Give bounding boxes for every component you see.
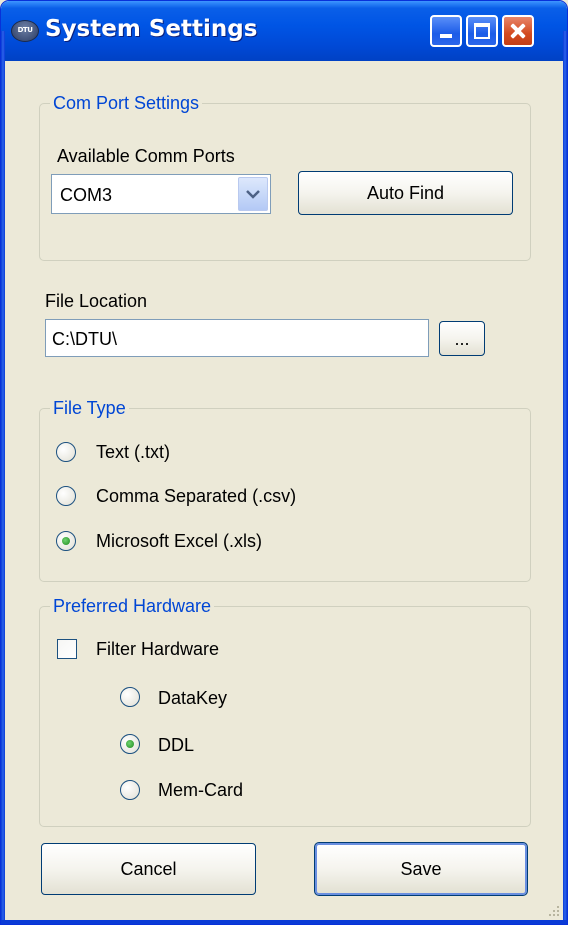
- available-ports-label: Available Comm Ports: [57, 146, 235, 166]
- com-port-value: COM3: [60, 185, 113, 205]
- title-bar[interactable]: DTU System Settings: [1, 1, 567, 61]
- radio-csv[interactable]: [56, 486, 76, 506]
- auto-find-label: Auto Find: [366, 183, 445, 203]
- save-label: Save: [400, 859, 442, 879]
- com-port-select[interactable]: COM3: [51, 174, 271, 214]
- preferred-hardware-legend: Preferred Hardware: [50, 595, 215, 617]
- auto-find-button[interactable]: Auto Find: [298, 171, 513, 215]
- radio-datakey[interactable]: [120, 687, 140, 707]
- cancel-button[interactable]: Cancel: [41, 843, 256, 895]
- file-type-legend: File Type: [50, 397, 129, 419]
- maximize-icon: [474, 23, 490, 39]
- save-button[interactable]: Save: [314, 842, 528, 896]
- radio-label-text-txt[interactable]: Text (.txt): [96, 441, 170, 463]
- app-icon-label: DTU: [17, 26, 33, 34]
- dropdown-button[interactable]: [238, 177, 268, 211]
- filter-hardware-checkbox[interactable]: [57, 639, 77, 659]
- minimize-button[interactable]: [430, 15, 462, 47]
- radio-label-ddl[interactable]: DDL: [158, 734, 194, 756]
- radio-text-txt[interactable]: [56, 442, 76, 462]
- dtu-app-icon[interactable]: DTU: [11, 20, 39, 42]
- resize-grip-icon[interactable]: [545, 902, 561, 918]
- window-frame-right: [563, 31, 567, 924]
- radio-label-datakey[interactable]: DataKey: [158, 687, 227, 709]
- window-frame-bottom: [1, 920, 567, 924]
- settings-window: DTU System Settings Com Port Settings Av…: [0, 0, 568, 925]
- browse-button[interactable]: ...: [439, 321, 485, 356]
- chevron-down-icon: [246, 190, 260, 199]
- minimize-icon: [440, 34, 452, 38]
- radio-mem-card[interactable]: [120, 780, 140, 800]
- cancel-label: Cancel: [120, 859, 177, 879]
- filter-hardware-label[interactable]: Filter Hardware: [96, 638, 219, 660]
- radio-label-xls[interactable]: Microsoft Excel (.xls): [96, 530, 262, 552]
- file-location-label: File Location: [45, 291, 148, 311]
- window-title: System Settings: [45, 16, 258, 42]
- browse-label: ...: [454, 328, 470, 349]
- maximize-button[interactable]: [466, 15, 498, 47]
- close-button[interactable]: [502, 15, 534, 47]
- radio-ddl[interactable]: [120, 734, 140, 754]
- file-location-input[interactable]: C:\DTU\: [45, 319, 429, 357]
- radio-xls[interactable]: [56, 531, 76, 551]
- window-frame-left: [1, 31, 5, 924]
- com-port-legend: Com Port Settings: [50, 92, 203, 114]
- close-icon: [504, 17, 532, 45]
- radio-label-csv[interactable]: Comma Separated (.csv): [96, 485, 296, 507]
- radio-label-mem-card[interactable]: Mem-Card: [158, 779, 243, 801]
- file-location-value: C:\DTU\: [52, 329, 117, 349]
